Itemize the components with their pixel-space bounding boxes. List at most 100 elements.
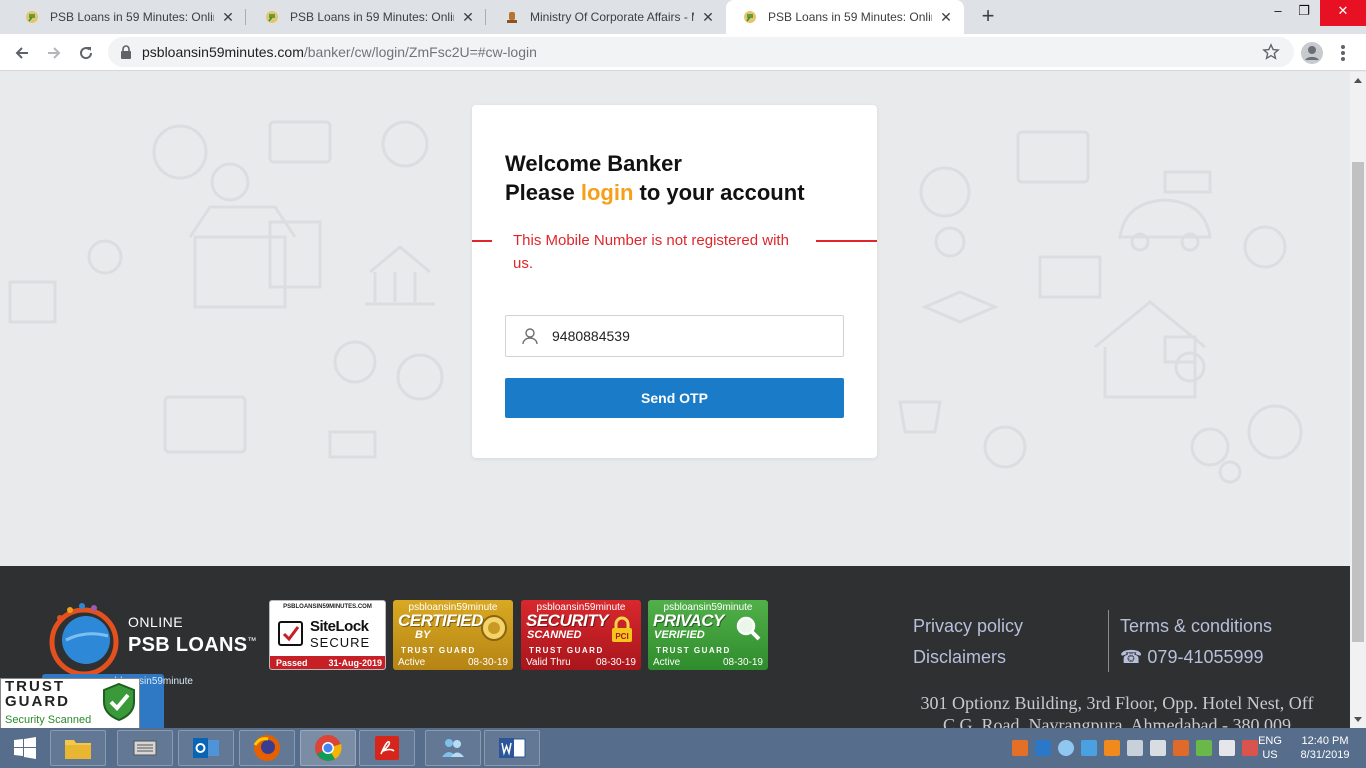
office-address: 301 Optionz Building, 3rd Floor, Opp. Ho…: [920, 693, 1314, 728]
contacts-icon: [442, 739, 464, 757]
lang-bottom: US: [1262, 749, 1278, 761]
badge-date: 08-30-19: [467, 657, 508, 668]
input-language[interactable]: ENG US: [1256, 734, 1284, 762]
reload-icon: [80, 47, 93, 60]
mobile-number-input[interactable]: [552, 328, 832, 344]
tab-title: PSB Loans in 59 Minutes: Online: [768, 10, 932, 24]
gold-medal-icon: [481, 615, 507, 641]
acrobat-icon: [375, 736, 399, 760]
badge-subtitle: BY: [415, 629, 431, 641]
seal-trust: TRUST: [5, 678, 65, 695]
tray-network-app-icon[interactable]: [1081, 740, 1097, 756]
logo-trademark: ™: [247, 635, 257, 646]
privacy-policy-link[interactable]: Privacy policy: [913, 616, 1023, 637]
footer-divider: [1108, 610, 1109, 672]
trust-guard-privacy-badge[interactable]: psbloansin59minute PRIVACY VERIFIED TRUS…: [648, 600, 768, 670]
trust-guard-seal[interactable]: psbloansin59minute TRUST GUARD Security …: [0, 674, 193, 728]
trust-guard-certified-badge[interactable]: psbloansin59minute CERTIFIED BY TRUST GU…: [393, 600, 513, 670]
seal-guard: GUARD: [5, 693, 70, 710]
tray-update-icon[interactable]: [1104, 740, 1120, 756]
logo-brand-text: PSB LOANS™: [128, 634, 257, 657]
forward-button[interactable]: [40, 39, 68, 67]
svg-text:PCI: PCI: [615, 632, 628, 641]
badge-subtitle: VERIFIED: [654, 629, 705, 641]
phone-number[interactable]: ☎ 079-41055999: [1120, 647, 1264, 668]
server-manager-icon: [133, 740, 157, 756]
taskbar-chrome[interactable]: [300, 730, 356, 766]
maximize-button[interactable]: ❐: [1289, 0, 1319, 26]
error-message: This Mobile Number is not registered wit…: [513, 232, 789, 272]
tray-volume-icon[interactable]: [1150, 740, 1166, 756]
taskbar-file-explorer[interactable]: [50, 730, 106, 766]
taskbar-firefox[interactable]: [239, 730, 295, 766]
badge-status: Valid Thru: [526, 657, 571, 668]
tab-title: Ministry Of Corporate Affairs - M: [530, 10, 694, 24]
browser-tab-active[interactable]: PSB Loans in 59 Minutes: Online ✕: [726, 0, 964, 34]
tray-contacts-icon[interactable]: [1058, 740, 1074, 756]
taskbar-clock[interactable]: 12:40 PM 8/31/2019: [1292, 734, 1358, 762]
badge-date: 08-30-19: [595, 657, 636, 668]
psb-logo-mark-icon: [49, 603, 119, 677]
taskbar-word[interactable]: [484, 730, 540, 766]
disclaimers-link[interactable]: Disclaimers: [913, 647, 1006, 668]
site-footer: ONLINE PSB LOANS™ PSBLOANSIN59MINUTES.CO…: [0, 566, 1350, 728]
lock-icon: [121, 45, 131, 59]
menu-dot-icon: [1341, 45, 1345, 49]
badge-title: SECURITY: [526, 611, 608, 630]
tab-close-icon[interactable]: ✕: [460, 9, 476, 25]
tray-usb-icon[interactable]: [1127, 740, 1143, 756]
back-button[interactable]: [8, 39, 36, 67]
seal-panel: TRUST GUARD Security Scanned: [0, 678, 140, 728]
tray-outlook-icon[interactable]: [1035, 740, 1051, 756]
badge-status: Active: [398, 657, 426, 668]
shield-check-icon: [103, 682, 135, 722]
scroll-up-arrow-icon[interactable]: [1354, 78, 1362, 83]
tray-speaker-icon[interactable]: [1173, 740, 1189, 756]
psb-loans-logo[interactable]: ONLINE PSB LOANS™: [46, 602, 266, 677]
badge-footer: Valid Thru 08-30-19: [521, 657, 641, 668]
taskbar-outlook[interactable]: [178, 730, 234, 766]
new-tab-button[interactable]: +: [976, 4, 1000, 28]
bookmark-star-icon[interactable]: [1262, 43, 1280, 61]
sitelock-name: SiteLock: [310, 618, 369, 635]
mobile-number-field[interactable]: [505, 315, 844, 357]
tray-tool-icon[interactable]: [1012, 740, 1028, 756]
tab-close-icon[interactable]: ✕: [938, 9, 954, 25]
folder-icon: [65, 740, 91, 759]
browser-menu-button[interactable]: [1335, 43, 1351, 63]
error-rule-left: [472, 240, 492, 242]
clock-date: 8/31/2019: [1300, 749, 1350, 761]
window-close-button[interactable]: ✕: [1320, 0, 1366, 26]
badge-brand: TRUST GUARD: [656, 646, 731, 655]
trust-guard-security-badge[interactable]: psbloansin59minute SECURITY SCANNED PCI …: [521, 600, 641, 670]
login-heading: Welcome Banker Please login to your acco…: [505, 149, 805, 207]
terms-conditions-link[interactable]: Terms & conditions: [1120, 616, 1272, 637]
browser-tab[interactable]: PSB Loans in 59 Minutes: Online ✕: [8, 0, 246, 34]
start-button[interactable]: [0, 728, 50, 768]
taskbar-server-manager[interactable]: [117, 730, 173, 766]
send-otp-button[interactable]: Send OTP: [505, 378, 844, 418]
page-scrollbar[interactable]: [1350, 72, 1366, 728]
tab-close-icon[interactable]: ✕: [700, 9, 716, 25]
browser-tab[interactable]: PSB Loans in 59 Minutes: Online ✕: [248, 0, 486, 34]
system-tray: [1012, 728, 1265, 768]
back-arrow-icon: [15, 47, 28, 59]
url-host: psbloansin59minutes.com: [142, 44, 304, 60]
magnifier-icon: [736, 616, 761, 641]
profile-avatar[interactable]: [1300, 41, 1324, 65]
browser-tab-strip: PSB Loans in 59 Minutes: Online ✕ PSB Lo…: [0, 0, 1366, 34]
outlook-icon: [193, 738, 219, 758]
tray-security-icon[interactable]: [1196, 740, 1212, 756]
badge-date: 08-30-19: [722, 657, 763, 668]
tray-display-icon[interactable]: [1219, 740, 1235, 756]
scroll-down-arrow-icon[interactable]: [1354, 717, 1362, 722]
sitelock-date: 31-Aug-2019: [328, 657, 382, 668]
address-bar[interactable]: psbloansin59minutes.com/banker/cw/login/…: [108, 37, 1294, 67]
tab-close-icon[interactable]: ✕: [220, 9, 236, 25]
scrollbar-thumb[interactable]: [1352, 162, 1364, 642]
browser-tab[interactable]: Ministry Of Corporate Affairs - M ✕: [488, 0, 726, 34]
taskbar-lync[interactable]: [425, 730, 481, 766]
reload-button[interactable]: [72, 39, 100, 67]
taskbar-acrobat[interactable]: [359, 730, 415, 766]
sitelock-badge[interactable]: PSBLOANSIN59MINUTES.COM SiteLock SECURE …: [269, 600, 386, 670]
